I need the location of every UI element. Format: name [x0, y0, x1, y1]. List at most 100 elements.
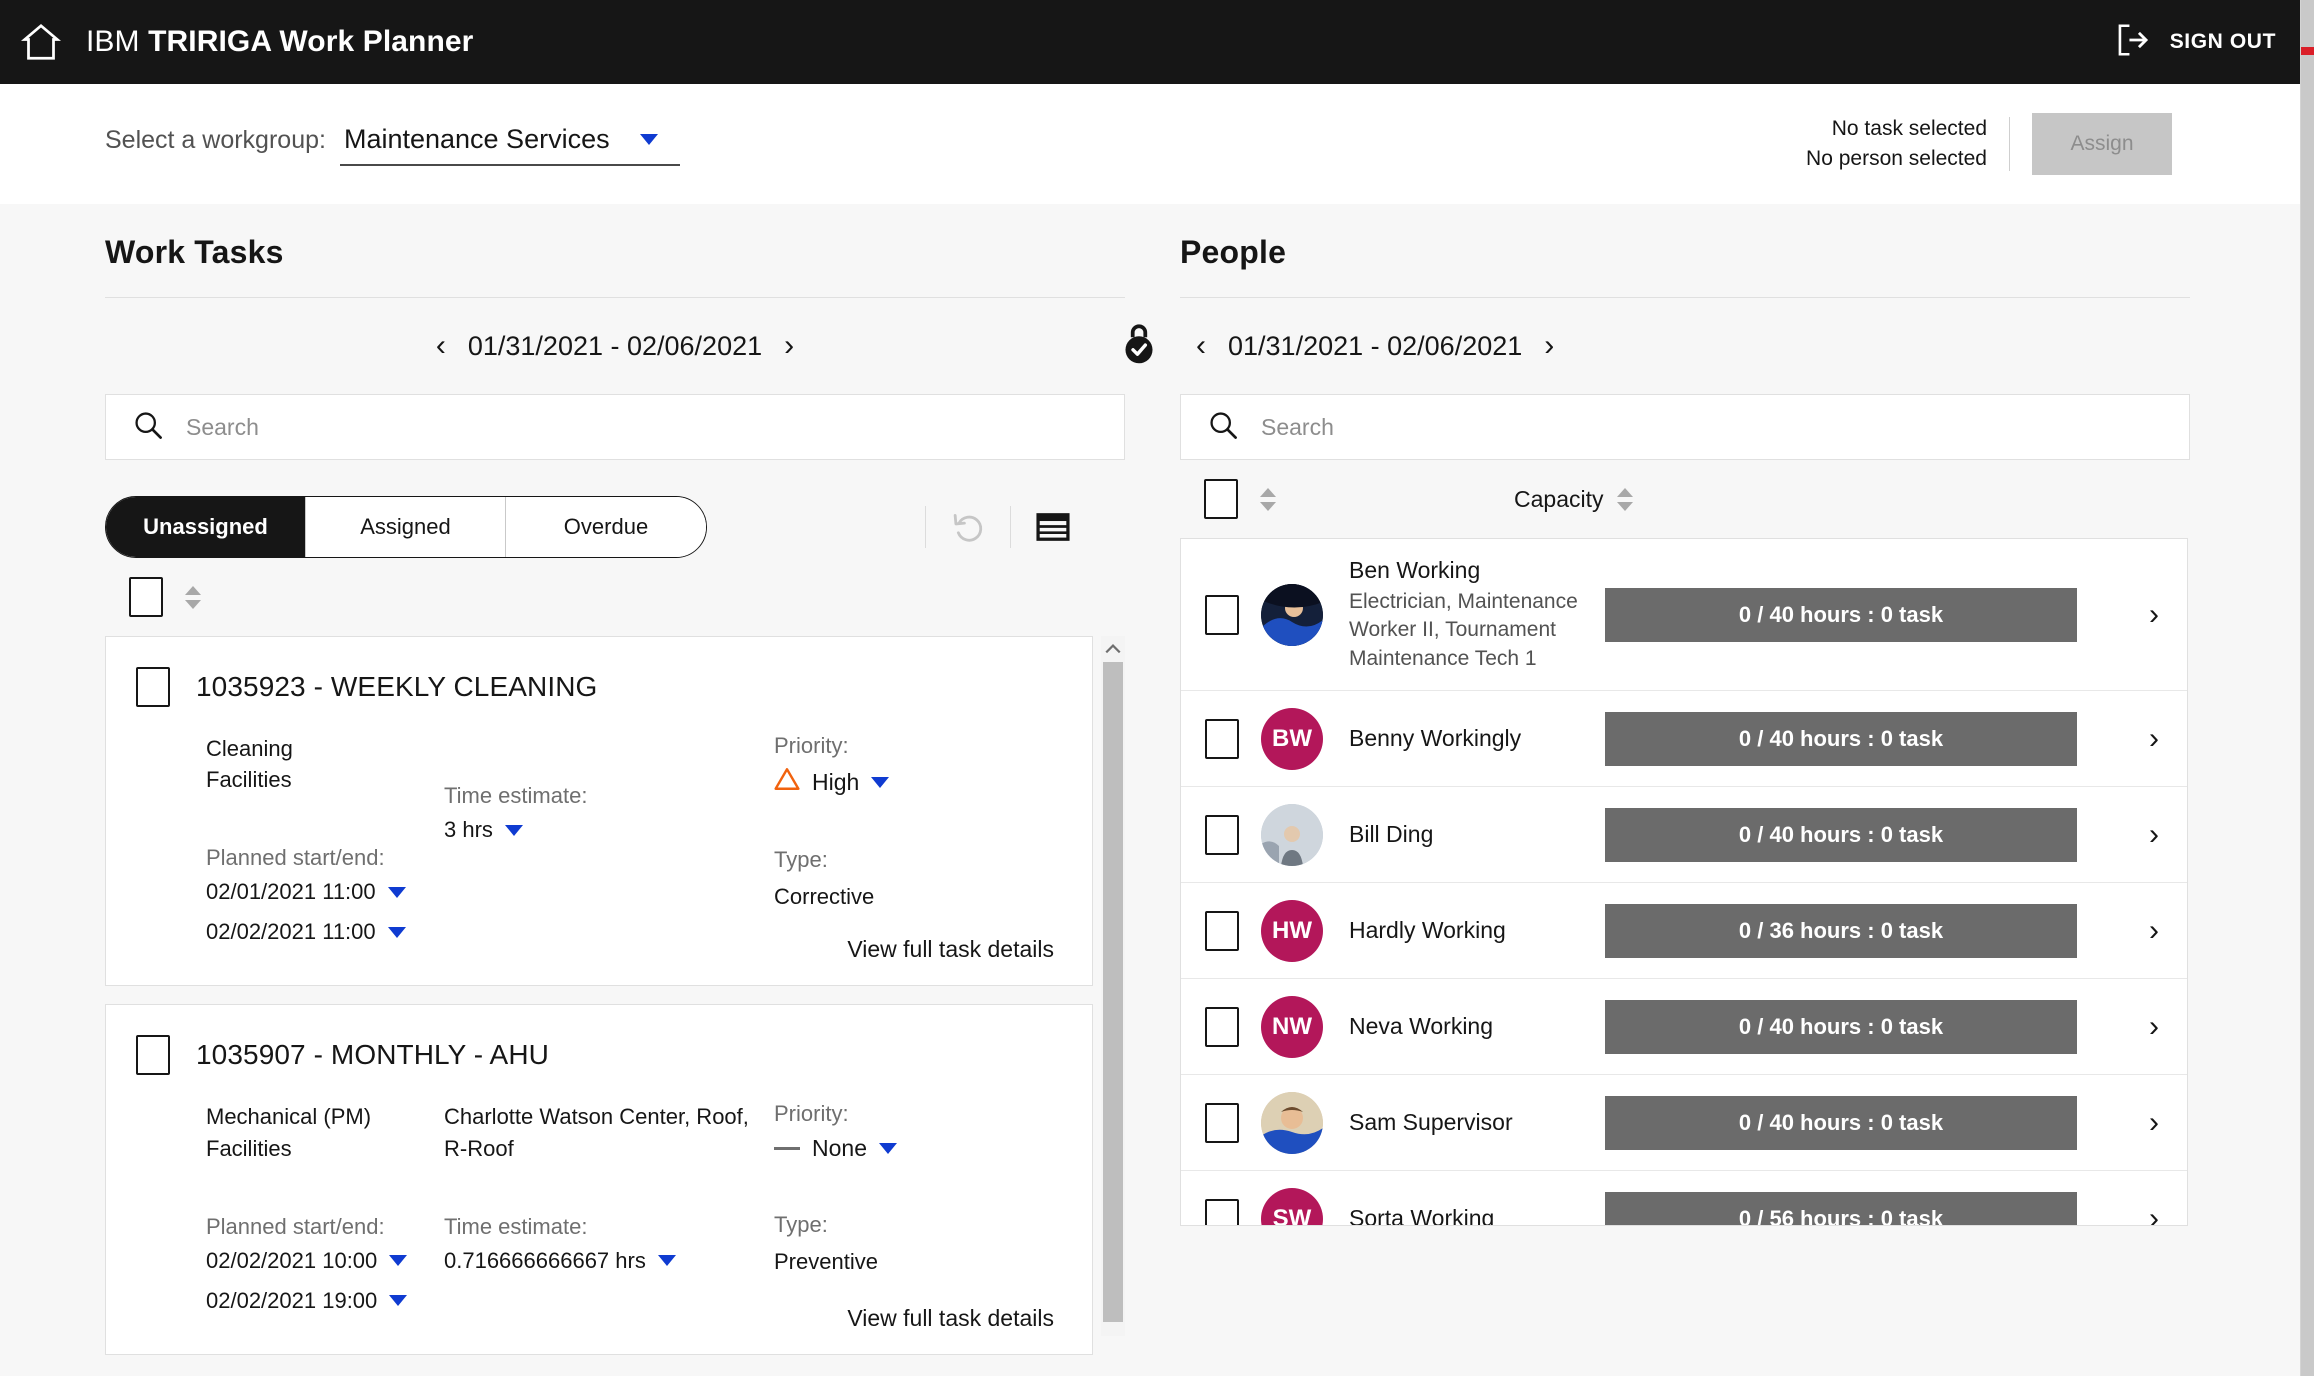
- tasks-date-range: 01/31/2021 - 02/06/2021: [468, 331, 762, 362]
- avatar-initials: HW: [1272, 917, 1312, 945]
- person-row[interactable]: BW Benny Workingly 0 / 40 hours : 0 task…: [1181, 691, 2187, 787]
- type-value: Preventive: [774, 1246, 1044, 1277]
- tasks-sort-toggle[interactable]: [185, 586, 201, 609]
- person-detail-chevron-icon[interactable]: ›: [2129, 1204, 2163, 1227]
- avatar: [1261, 1092, 1323, 1154]
- capacity-bar[interactable]: 0 / 40 hours : 0 task: [1605, 588, 2077, 642]
- app-header: IBM TRIRIGA Work Planner SIGN OUT: [0, 0, 2300, 84]
- person-row[interactable]: HW Hardly Working 0 / 36 hours : 0 task …: [1181, 883, 2187, 979]
- planned-label: Planned start/end:: [206, 1214, 444, 1240]
- capacity-bar[interactable]: 0 / 40 hours : 0 task: [1605, 808, 2077, 862]
- task-list-scrollbar[interactable]: [1101, 636, 1125, 1336]
- priority-value[interactable]: High: [774, 767, 1044, 797]
- people-panel: People ‹ 01/31/2021 - 02/06/2021 › Searc…: [1180, 204, 2190, 1376]
- people-prev-week-button[interactable]: ‹: [1194, 331, 1208, 361]
- tasks-prev-week-button[interactable]: ‹: [434, 331, 448, 361]
- people-select-all-checkbox[interactable]: [1204, 479, 1238, 519]
- chevron-down-icon: [871, 777, 889, 788]
- search-icon: [1207, 409, 1239, 446]
- tasks-search-box[interactable]: Search: [105, 394, 1125, 460]
- capacity-bar[interactable]: 0 / 40 hours : 0 task: [1605, 1096, 2077, 1150]
- estimate-text: 3 hrs: [444, 817, 493, 843]
- person-info: Benny Workingly: [1349, 724, 1595, 754]
- person-name: Ben Working: [1349, 556, 1595, 586]
- person-checkbox[interactable]: [1205, 595, 1239, 635]
- page-scrollbar-thumb[interactable]: [2301, 0, 2314, 1376]
- chevron-down-icon: [389, 1295, 407, 1306]
- person-detail-chevron-icon[interactable]: ›: [2129, 1108, 2163, 1138]
- tab-assigned[interactable]: Assigned: [306, 497, 506, 557]
- person-checkbox[interactable]: [1205, 815, 1239, 855]
- person-row[interactable]: Ben Working Electrician, Maintenance Wor…: [1181, 539, 2187, 691]
- people-search-placeholder: Search: [1261, 414, 1334, 441]
- task-classification-column: Mechanical (PM) Facilities Planned start…: [206, 1101, 444, 1327]
- capacity-bar[interactable]: 0 / 56 hours : 0 task: [1605, 1192, 2077, 1227]
- person-name: Sam Supervisor: [1349, 1108, 1595, 1138]
- tab-overdue[interactable]: Overdue: [506, 497, 706, 557]
- estimate-value[interactable]: 0.716666666667 hrs: [444, 1248, 774, 1274]
- people-next-week-button[interactable]: ›: [1542, 331, 1556, 361]
- person-info: Ben Working Electrician, Maintenance Wor…: [1349, 556, 1595, 673]
- task-card[interactable]: 1035923 - WEEKLY CLEANING Cleaning Facil…: [105, 636, 1093, 986]
- home-icon[interactable]: [18, 19, 64, 65]
- workgroup-selected-value: Maintenance Services: [344, 124, 610, 155]
- sign-out-icon: [2114, 21, 2152, 64]
- person-detail-chevron-icon[interactable]: ›: [2129, 1012, 2163, 1042]
- person-row[interactable]: NW Neva Working 0 / 40 hours : 0 task ›: [1181, 979, 2187, 1075]
- capacity-sort-toggle[interactable]: [1617, 488, 1633, 511]
- chevron-down-icon: [388, 887, 406, 898]
- undo-icon[interactable]: [946, 505, 990, 549]
- person-checkbox[interactable]: [1205, 719, 1239, 759]
- workgroup-select[interactable]: Maintenance Services: [340, 122, 680, 166]
- scroll-up-icon[interactable]: [1101, 636, 1125, 662]
- task-list-scrollbar-thumb[interactable]: [1103, 662, 1123, 1322]
- task-card[interactable]: 1035907 - MONTHLY - AHU Mechanical (PM) …: [105, 1004, 1093, 1354]
- person-detail-chevron-icon[interactable]: ›: [2129, 600, 2163, 630]
- sign-out-button[interactable]: SIGN OUT: [2114, 21, 2282, 64]
- capacity-bar[interactable]: 0 / 40 hours : 0 task: [1605, 1000, 2077, 1054]
- person-checkbox[interactable]: [1205, 911, 1239, 951]
- view-full-task-details-link[interactable]: View full task details: [847, 936, 1054, 963]
- list-view-icon[interactable]: [1031, 505, 1075, 549]
- person-row[interactable]: SW Sorta Working 0 / 56 hours : 0 task ›: [1181, 1171, 2187, 1226]
- priority-value[interactable]: None: [774, 1135, 1044, 1162]
- capacity-column-header[interactable]: Capacity: [1514, 486, 1633, 513]
- person-checkbox[interactable]: [1205, 1199, 1239, 1227]
- spacer: [774, 797, 1044, 847]
- planned-start-value[interactable]: 02/01/2021 11:00: [206, 879, 444, 905]
- workgroup-selector-group: Select a workgroup: Maintenance Services: [105, 122, 680, 166]
- view-full-task-details-link[interactable]: View full task details: [847, 1305, 1054, 1332]
- estimate-value[interactable]: 3 hrs: [444, 817, 774, 843]
- tasks-select-all-checkbox[interactable]: [129, 577, 163, 617]
- task-checkbox[interactable]: [136, 667, 170, 707]
- people-search-box[interactable]: Search: [1180, 394, 2190, 460]
- person-info: Sorta Working: [1349, 1204, 1595, 1226]
- person-detail-chevron-icon[interactable]: ›: [2129, 724, 2163, 754]
- person-checkbox[interactable]: [1205, 1007, 1239, 1047]
- task-priority-column: Priority: None Type: Preventive: [774, 1101, 1044, 1327]
- person-checkbox[interactable]: [1205, 1103, 1239, 1143]
- planned-end-value[interactable]: 02/02/2021 11:00: [206, 919, 444, 945]
- person-row[interactable]: Bill Ding 0 / 40 hours : 0 task ›: [1181, 787, 2187, 883]
- person-detail-chevron-icon[interactable]: ›: [2129, 820, 2163, 850]
- person-info: Sam Supervisor: [1349, 1108, 1595, 1138]
- planned-start-value[interactable]: 02/02/2021 10:00: [206, 1248, 444, 1274]
- task-checkbox[interactable]: [136, 1035, 170, 1075]
- assign-button[interactable]: Assign: [2032, 113, 2172, 175]
- estimate-text: 0.716666666667 hrs: [444, 1248, 646, 1274]
- lock-checked-icon[interactable]: [1120, 322, 1158, 371]
- planned-end-value[interactable]: 02/02/2021 19:00: [206, 1288, 444, 1314]
- capacity-bar[interactable]: 0 / 40 hours : 0 task: [1605, 712, 2077, 766]
- tab-unassigned[interactable]: Unassigned: [106, 497, 306, 557]
- people-name-sort-toggle[interactable]: [1260, 488, 1276, 511]
- page-scrollbar[interactable]: [2300, 0, 2314, 1376]
- capacity-bar[interactable]: 0 / 36 hours : 0 task: [1605, 904, 2077, 958]
- avatar: HW: [1261, 900, 1323, 962]
- person-detail-chevron-icon[interactable]: ›: [2129, 916, 2163, 946]
- tasks-next-week-button[interactable]: ›: [782, 331, 796, 361]
- person-row[interactable]: Sam Supervisor 0 / 40 hours : 0 task ›: [1181, 1075, 2187, 1171]
- no-task-selected-text: No task selected: [1806, 114, 1987, 144]
- task-card-body: Cleaning Facilities Planned start/end: 0…: [136, 733, 1056, 959]
- chevron-down-icon: [658, 1255, 676, 1266]
- sort-descending-icon: [1260, 502, 1276, 511]
